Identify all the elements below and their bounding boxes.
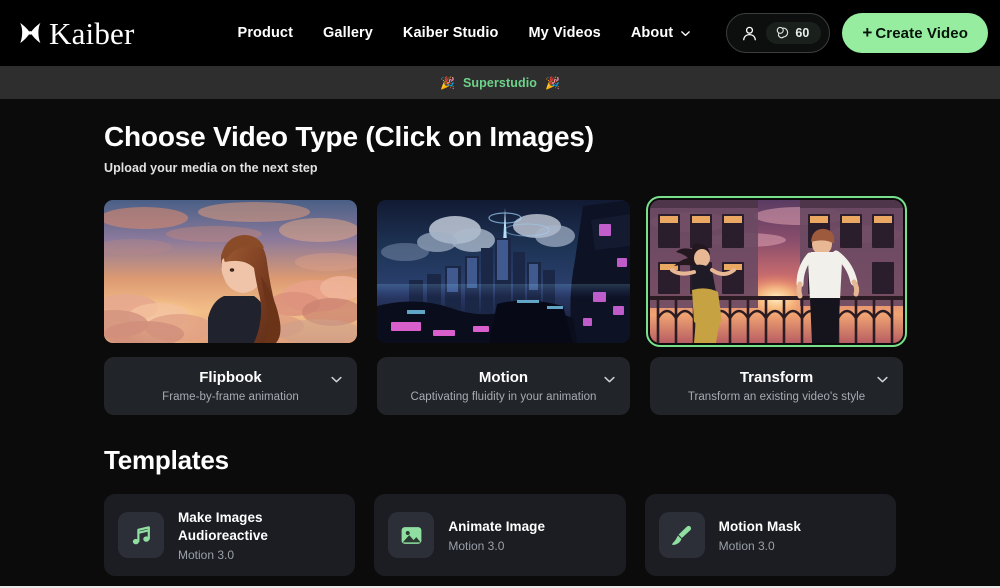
create-video-label: Create Video: [875, 24, 968, 42]
nav-link-product[interactable]: Product: [238, 25, 293, 41]
video-type-card-motion[interactable]: Motion Captivating fluidity in your anim…: [377, 200, 630, 416]
template-subtitle: Motion 3.0: [448, 538, 505, 553]
page-title: Choose Video Type (Click on Images): [104, 121, 594, 152]
motion-thumbnail-art: [377, 200, 630, 344]
music-note-icon: [132, 525, 150, 544]
superstudio-banner[interactable]: 🎉 Superstudio 🎉: [0, 66, 1000, 99]
video-type-description: Frame-by-frame animation: [162, 391, 299, 404]
video-type-name: Flipbook: [199, 369, 262, 387]
image-icon: [401, 526, 422, 544]
nav-link-kaiber-studio[interactable]: Kaiber Studio: [403, 25, 499, 41]
flipbook-thumbnail-art: [104, 200, 357, 344]
main-content: Choose Video Type (Click on Images) Uplo…: [0, 99, 1000, 586]
template-name: Make Images Audioreactive: [178, 509, 268, 543]
nav-link-gallery[interactable]: Gallery: [323, 25, 373, 41]
template-icon-tile: [388, 512, 435, 559]
template-text-block: Animate Image Motion 3.0: [448, 518, 545, 553]
account-credits-pill[interactable]: 60: [726, 13, 831, 53]
chevron-down-icon: [681, 30, 691, 36]
credits-chip: 60: [766, 22, 822, 44]
transform-thumbnail-art: [650, 200, 903, 344]
template-name: Animate Image: [448, 518, 546, 534]
video-type-name: Transform: [739, 369, 814, 387]
credits-count: 60: [795, 26, 810, 40]
templates-title: Templates: [104, 445, 229, 476]
coins-icon: [777, 26, 789, 39]
page-subtitle: Upload your media on the next step: [104, 161, 318, 176]
plus-icon: +: [862, 23, 873, 42]
template-name: Motion Mask: [718, 518, 801, 534]
template-subtitle: Motion 3.0: [178, 547, 235, 562]
video-type-grid: Flipbook Frame-by-frame animation Motion…: [104, 196, 907, 416]
video-type-thumbnail-motion[interactable]: [377, 200, 630, 344]
template-icon-tile: [118, 512, 164, 559]
template-card-motion-mask[interactable]: Motion Mask Motion 3.0: [644, 494, 896, 577]
video-type-name: Motion: [478, 369, 529, 387]
video-type-thumbnail-transform[interactable]: [646, 196, 907, 348]
template-card-animate-image[interactable]: Animate Image Motion 3.0: [374, 494, 626, 577]
template-card-make-images-audioreactive[interactable]: Make Images Audioreactive Motion 3.0: [104, 494, 356, 577]
video-type-label-flipbook[interactable]: Flipbook Frame-by-frame animation: [104, 357, 357, 416]
chevron-down-icon[interactable]: [876, 373, 889, 386]
top-navbar: Kaiber Product Gallery Kaiber Studio My …: [0, 0, 1000, 66]
paintbrush-icon: [672, 525, 692, 545]
superstudio-banner-label: Superstudio: [462, 75, 538, 90]
templates-grid: Make Images Audioreactive Motion 3.0 Ani…: [104, 494, 896, 577]
nav-link-about[interactable]: About: [631, 25, 691, 41]
video-type-label-transform[interactable]: Transform Transform an existing video's …: [650, 357, 903, 416]
party-popper-icon-left: 🎉: [440, 75, 455, 90]
brand-name: Kaiber: [49, 15, 135, 51]
video-type-description: Transform an existing video's style: [687, 391, 866, 404]
nav-link-my-videos[interactable]: My Videos: [528, 25, 600, 41]
person-icon: [743, 26, 757, 40]
video-type-card-flipbook[interactable]: Flipbook Frame-by-frame animation: [104, 200, 357, 416]
template-subtitle: Motion 3.0: [718, 538, 775, 553]
nav-links: Product Gallery Kaiber Studio My Videos …: [238, 25, 692, 41]
brand-logo[interactable]: Kaiber: [16, 18, 135, 49]
video-type-card-transform[interactable]: Transform Transform an existing video's …: [646, 196, 907, 416]
nav-right-cluster: 60 + Create Video: [726, 13, 988, 53]
video-type-thumbnail-flipbook[interactable]: [104, 200, 357, 344]
video-type-description: Captivating fluidity in your animation: [410, 391, 597, 404]
chevron-down-icon[interactable]: [603, 373, 616, 386]
nav-link-about-label: About: [630, 25, 674, 41]
template-text-block: Make Images Audioreactive Motion 3.0: [178, 509, 341, 562]
party-popper-icon-right: 🎉: [545, 75, 560, 90]
chevron-down-icon[interactable]: [330, 373, 343, 386]
kaiber-create-page: Kaiber Product Gallery Kaiber Studio My …: [0, 0, 1000, 588]
template-icon-tile: [658, 512, 705, 559]
template-text-block: Motion Mask Motion 3.0: [719, 518, 801, 553]
video-type-label-motion[interactable]: Motion Captivating fluidity in your anim…: [377, 357, 630, 416]
create-video-button[interactable]: + Create Video: [842, 13, 988, 53]
kaiber-butterfly-mark-icon: [20, 22, 41, 44]
